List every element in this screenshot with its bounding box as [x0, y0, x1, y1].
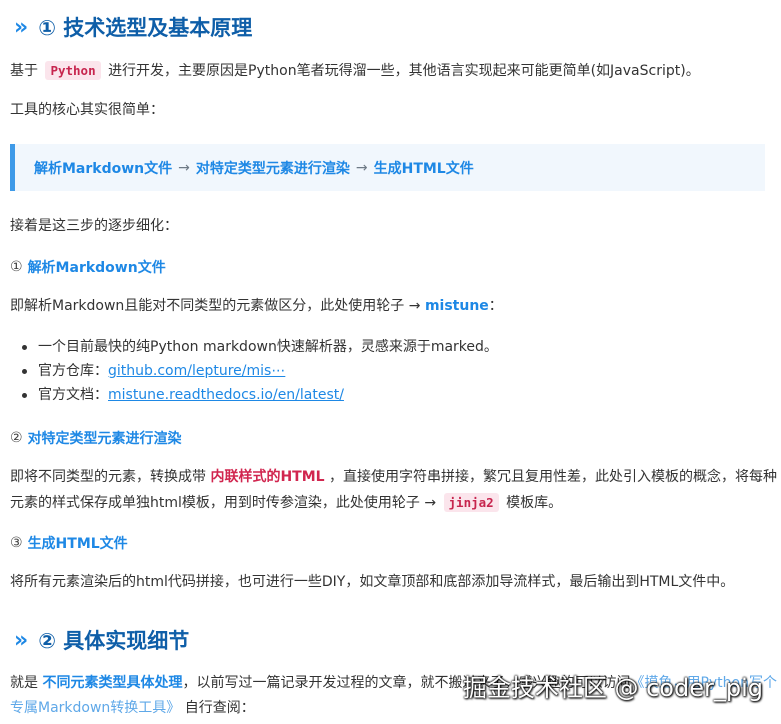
- section2-text-before: 就是: [10, 675, 38, 691]
- inline-code-python: Python: [45, 61, 101, 80]
- quote-step-2: 对特定类型元素进行渲染: [195, 160, 350, 177]
- step1-description: 即解析Markdown且能对不同类型的元素做区分，此处使用轮子 → mistun…: [10, 293, 771, 320]
- section-heading-1: » ① 技术选型及基本原理: [14, 12, 252, 42]
- step-heading-2: ② 对特定类型元素进行渲染: [10, 428, 182, 448]
- quote-step-3: 生成HTML文件: [373, 160, 474, 177]
- step-title-1: 解析Markdown文件: [27, 260, 166, 276]
- mistune-info-list: 一个目前最快的纯Python markdown快速解析器，灵感来源于marked…: [20, 335, 498, 407]
- quote-step-1: 解析Markdown文件: [34, 160, 173, 177]
- circled-number-1: ①: [10, 259, 23, 275]
- intro-paragraph: 基于 Python 进行开发，主要原因是Python笔者玩得溜一些，其他语言实现…: [10, 57, 771, 85]
- step1-desc-before: 即解析Markdown且能对不同类型的元素做区分，此处使用轮子 →: [10, 298, 421, 314]
- step2-desc-before: 即将不同类型的元素，转换成带: [10, 469, 206, 485]
- watermark: 掘金技术社区 @ coder_pig: [462, 674, 763, 702]
- github-repo-link[interactable]: github.com/lepture/mis⋯: [108, 363, 285, 379]
- inline-style-html-emphasis: 内联样式的HTML: [210, 469, 325, 485]
- chevron-double-right-icon: »: [14, 14, 29, 40]
- steps-blockquote: 解析Markdown文件 → 对特定类型元素进行渲染 → 生成HTML文件: [10, 144, 765, 191]
- section-title-1: ① 技术选型及基本原理: [38, 16, 253, 40]
- list-item: 官方文档：mistune.readthedocs.io/en/latest/: [20, 383, 498, 407]
- section-heading-2: » ② 具体实现细节: [14, 625, 189, 655]
- step-heading-1: ① 解析Markdown文件: [10, 257, 166, 277]
- inline-code-jinja2: jinja2: [443, 493, 499, 512]
- intro-text-after: 进行开发，主要原因是Python笔者玩得溜一些，其他语言实现起来可能更简单(如J…: [108, 63, 700, 79]
- arrow-right-icon: →: [355, 159, 368, 176]
- arrow-right-icon: →: [178, 159, 190, 176]
- list-item: 一个目前最快的纯Python markdown快速解析器，灵感来源于marked…: [20, 335, 498, 359]
- list-item: 官方仓库：github.com/lepture/mis⋯: [20, 359, 498, 383]
- step1-desc-after: ：: [488, 298, 503, 314]
- step-heading-3: ③ 生成HTML文件: [10, 533, 128, 553]
- section-title-2: ② 具体实现细节: [38, 629, 190, 653]
- article-link-part2[interactable]: 专属Markdown转换工具》: [10, 700, 180, 716]
- circled-number-2: ②: [10, 430, 23, 446]
- list-item-text: 官方文档：: [38, 387, 108, 403]
- step-title-3: 生成HTML文件: [27, 536, 128, 552]
- step-title-2: 对特定类型元素进行渲染: [27, 431, 182, 447]
- section2-line2-after: 自行查阅：: [184, 700, 255, 716]
- step3-description: 将所有元素渲染后的html代码拼接，也可进行一些DIY，如文章顶部和底部添加导流…: [10, 574, 735, 590]
- docs-link[interactable]: mistune.readthedocs.io/en/latest/: [108, 387, 344, 403]
- step2-description: 即将不同类型的元素，转换成带 内联样式的HTML ，直接使用字符串拼接，繁冗且复…: [10, 464, 777, 491]
- article-page: » ① 技术选型及基本原理 基于 Python 进行开发，主要原因是Python…: [0, 0, 781, 724]
- step2-description-line2: 元素的样式保存成单独html模板，用到时传参渲染，此处使用轮子 → jinja2…: [10, 489, 771, 517]
- refine-paragraph: 接着是这三步的逐步细化：: [10, 218, 178, 234]
- step2-desc-line2: 元素的样式保存成单独html模板，用到时传参渲染，此处使用轮子 →: [10, 495, 437, 511]
- element-handling-emphasis: 不同元素类型具体处理: [42, 675, 183, 691]
- step2-desc-after: 模板库。: [506, 495, 563, 511]
- circled-number-3: ③: [10, 535, 23, 551]
- list-item-text: 一个目前最快的纯Python markdown快速解析器，灵感来源于marked…: [38, 339, 498, 355]
- list-item-text: 官方仓库：: [38, 363, 108, 379]
- step2-desc-mid: ，直接使用字符串拼接，繁冗且复用性差，此处引入模板的概念，将每种: [329, 469, 778, 485]
- core-paragraph: 工具的核心其实很简单：: [10, 102, 164, 118]
- chevron-double-right-icon: »: [14, 627, 29, 653]
- mistune-link[interactable]: mistune: [425, 298, 489, 314]
- intro-text-before: 基于: [10, 63, 38, 79]
